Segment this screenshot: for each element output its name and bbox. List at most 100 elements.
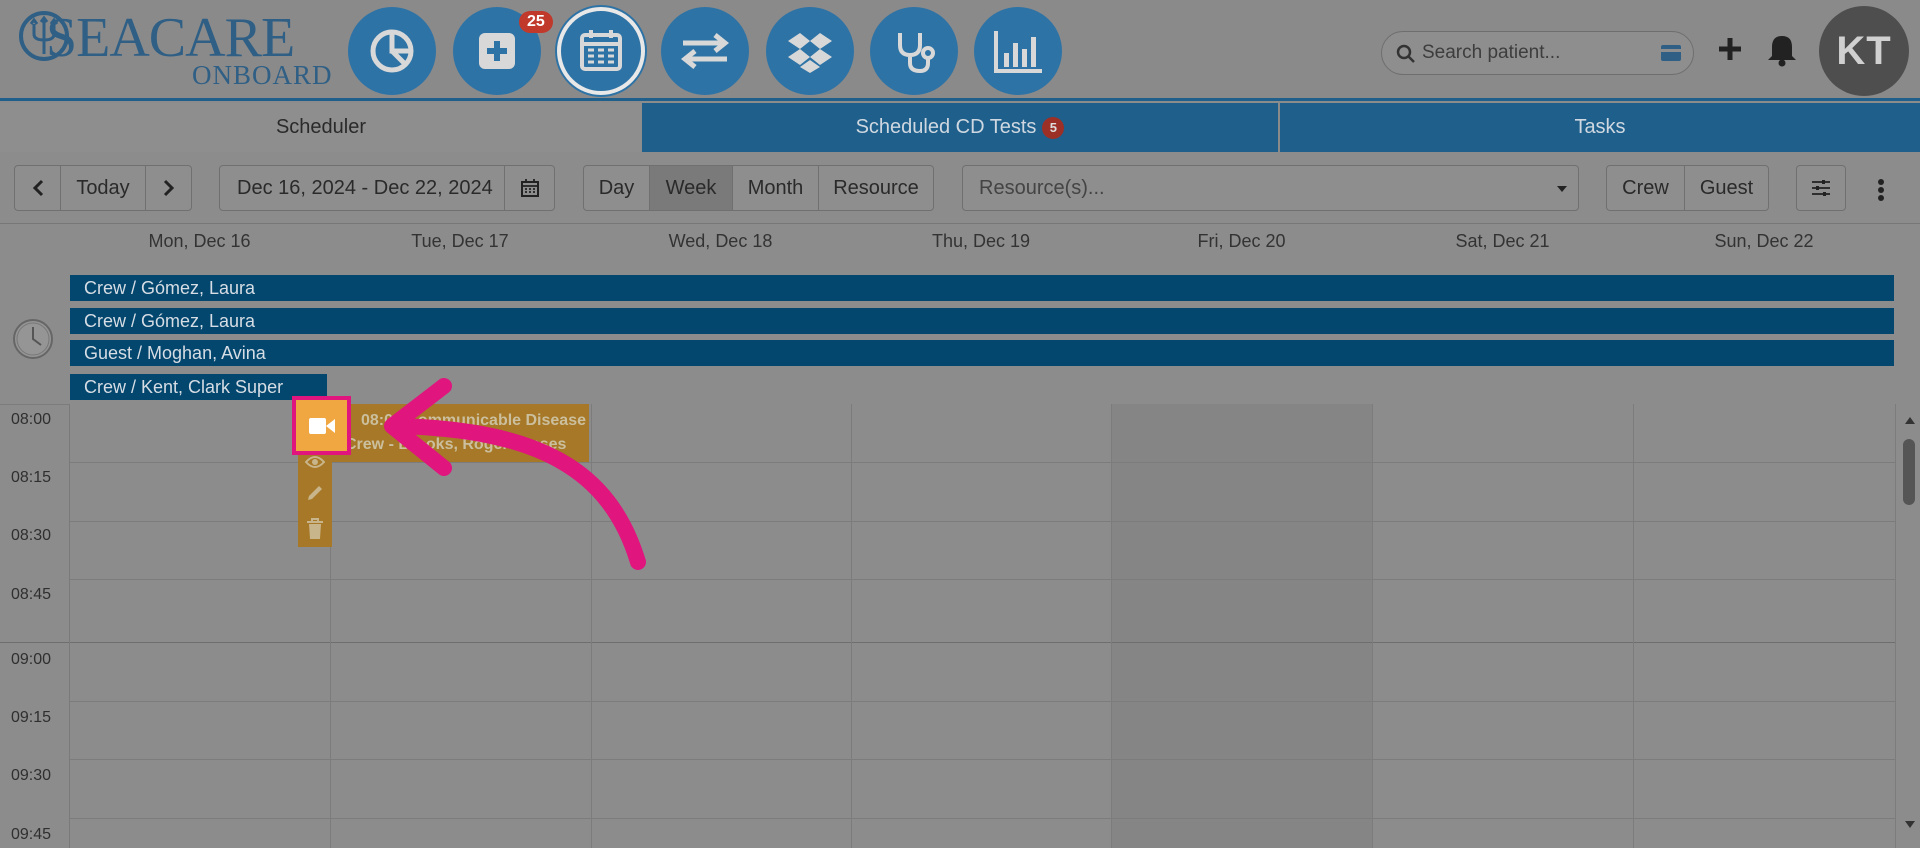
nav-calendar-button[interactable] [557, 7, 645, 95]
dashboard-pie-icon [370, 29, 414, 73]
grid-line [70, 759, 1895, 760]
day-header-sun: Sun, Dec 22 [1714, 230, 1814, 251]
all-day-event-label: Crew / Gómez, Laura [84, 277, 256, 298]
tab-scheduler[interactable]: Scheduler [0, 103, 642, 152]
day-header-tue: Tue, Dec 17 [411, 230, 509, 251]
grid-scrollbar[interactable] [1899, 404, 1920, 848]
all-day-event-label: Guest / Moghan, Avina [84, 342, 266, 363]
prev-button[interactable] [14, 165, 61, 211]
all-day-event-label: Crew / Gómez, Laura [84, 310, 256, 331]
grid-line [70, 642, 1895, 643]
tab-scheduler-label: Scheduler [275, 116, 367, 138]
grid-line [70, 521, 1895, 522]
view-day-button[interactable]: Day [583, 165, 650, 211]
nav-badge: 25 [519, 11, 553, 33]
video-call-button[interactable] [292, 396, 351, 455]
today-column-shade [1111, 404, 1372, 848]
stethoscope-icon [898, 33, 935, 74]
chevron-right-icon [163, 179, 174, 197]
add-medical-icon [479, 33, 515, 69]
view-resource-button[interactable]: Resource [818, 165, 934, 211]
filter-crew-button[interactable]: Crew [1606, 165, 1685, 211]
time-label: 09:15 [10, 709, 52, 726]
day-header-mon: Mon, Dec 16 [148, 230, 251, 251]
grid-line [1372, 404, 1373, 848]
tab-cd-tests-label: Scheduled CD Tests [855, 116, 1037, 138]
patient-search[interactable] [1381, 31, 1694, 75]
time-label: 08:45 [10, 586, 52, 603]
tab-tasks[interactable]: Tasks [1280, 103, 1920, 152]
resource-select[interactable]: Resource(s)... [962, 165, 1579, 211]
time-label: 09:30 [10, 767, 52, 784]
time-label: 09:45 [10, 826, 52, 843]
settings-sliders-button[interactable] [1796, 165, 1846, 211]
dropbox-icon [788, 33, 832, 73]
brand-subtitle: ONBOARD [192, 60, 333, 90]
grid-line [0, 404, 69, 405]
time-label: 08:00 [10, 411, 52, 428]
grid-line [70, 579, 1895, 580]
grid-line [70, 462, 1895, 463]
user-avatar[interactable]: KT [1819, 6, 1909, 96]
filter-guest-button[interactable]: Guest [1684, 165, 1769, 211]
transfer-arrows-icon [680, 33, 730, 69]
bell-icon[interactable] [1767, 33, 1797, 67]
grid-line [1111, 404, 1112, 848]
nav-dashboard-button[interactable] [348, 7, 436, 95]
all-day-event[interactable]: Crew / Kent, Clark Super [70, 374, 327, 400]
nav-transfer-button[interactable] [661, 7, 749, 95]
today-button[interactable]: Today [60, 165, 146, 211]
time-label: 08:15 [10, 469, 52, 486]
scroll-down-icon[interactable] [1904, 820, 1916, 829]
grid-line [70, 818, 1895, 819]
main-tabs: Scheduler Scheduled CD Tests 5 Tasks [0, 103, 1920, 152]
search-icon [1396, 44, 1415, 63]
caret-down-icon [1557, 186, 1567, 192]
app-header: SEACARE ONBOARD 25 Search patient... KT [0, 0, 1920, 101]
view-month-button[interactable]: Month [732, 165, 819, 211]
time-label: 08:30 [10, 527, 52, 544]
day-header-fri: Fri, Dec 20 [1197, 230, 1286, 251]
calendar-icon [580, 30, 622, 71]
annotation-arrow [384, 378, 646, 570]
grid-line [70, 701, 1895, 702]
view-week-button[interactable]: Week [649, 165, 733, 211]
brand-name: SEACARE [46, 7, 295, 69]
date-range-field[interactable]: Dec 16, 2024 - Dec 22, 2024 [219, 165, 505, 211]
seacare-logo[interactable]: SEACARE ONBOARD [18, 7, 332, 90]
grid-line [1895, 404, 1896, 848]
week-time-grid[interactable] [69, 404, 1896, 848]
scroll-up-icon[interactable] [1904, 416, 1916, 425]
view-eye-icon[interactable] [305, 454, 325, 470]
video-camera-icon [308, 417, 335, 434]
tab-tasks-label: Tasks [1574, 116, 1626, 138]
edit-pencil-icon[interactable] [306, 484, 324, 502]
all-day-event[interactable]: Guest / Moghan, Avina [70, 340, 1894, 366]
delete-trash-icon[interactable] [306, 518, 324, 540]
scrollbar-thumb[interactable] [1903, 439, 1915, 505]
nav-reports-button[interactable] [974, 7, 1062, 95]
time-label: 09:00 [10, 651, 52, 668]
calendar-small-icon [520, 179, 539, 197]
scheduler-toolbar: Today Dec 16, 2024 - Dec 22, 2024 Day We… [0, 152, 1920, 224]
cd-tests-count-badge: 5 [1042, 116, 1065, 139]
date-picker-button[interactable] [504, 165, 555, 211]
nav-dropbox-button[interactable] [766, 7, 854, 95]
next-button[interactable] [145, 165, 192, 211]
all-day-event[interactable]: Crew / Gómez, Laura [70, 308, 1894, 334]
chevron-left-icon [32, 179, 43, 197]
day-header-wed: Wed, Dec 18 [668, 230, 773, 251]
all-day-event[interactable]: Crew / Gómez, Laura [70, 275, 1894, 301]
grid-line [1633, 404, 1634, 848]
nav-add-button[interactable]: 25 [453, 7, 553, 95]
card-scan-icon[interactable] [1660, 44, 1682, 62]
add-icon[interactable] [1717, 36, 1743, 62]
tab-scheduled-cd-tests[interactable]: Scheduled CD Tests 5 [642, 103, 1280, 152]
search-input[interactable] [1422, 39, 1642, 67]
sliders-icon [1812, 180, 1830, 196]
more-vertical-icon[interactable] [1877, 178, 1885, 202]
bar-chart-icon [994, 31, 1042, 73]
day-header-sat: Sat, Dec 21 [1455, 230, 1550, 251]
nav-medical-button[interactable] [870, 7, 958, 95]
all-day-event-label: Crew / Kent, Clark Super [84, 376, 284, 397]
